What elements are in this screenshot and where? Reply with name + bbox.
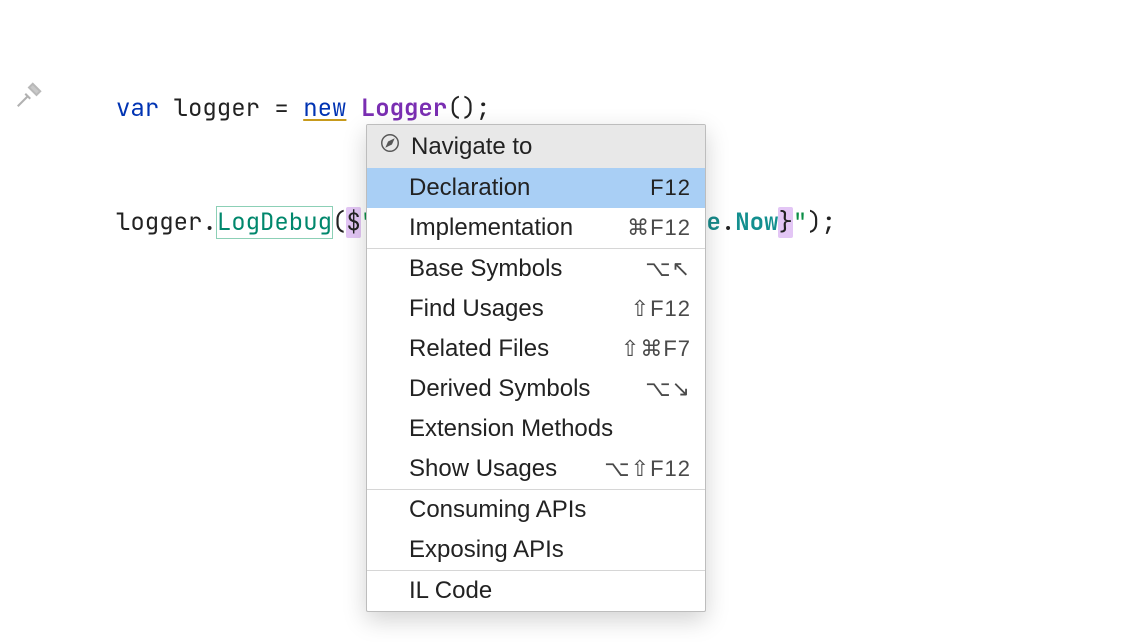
- menu-item[interactable]: Extension Methods: [367, 409, 705, 449]
- menu-title: Navigate to: [411, 133, 532, 161]
- menu-item-label: Find Usages: [409, 295, 544, 323]
- menu-group: Base Symbols ⌥↖ Find Usages ⇧F12 Related Fil…: [367, 248, 705, 489]
- member-now: Now: [735, 207, 778, 238]
- keyword-var: var: [116, 93, 159, 124]
- menu-item-shortcut: F12: [650, 175, 691, 201]
- menu-group: IL Code: [367, 570, 705, 611]
- menu-item-label: Derived Symbols: [409, 375, 590, 403]
- menu-item-shortcut: ⇧F12: [631, 296, 691, 322]
- type-logger: Logger: [361, 93, 447, 124]
- interp-dollar: $: [346, 207, 360, 238]
- menu-item[interactable]: Show Usages ⌥⇧F12: [367, 449, 705, 489]
- menu-item[interactable]: Declaration F12: [367, 168, 705, 208]
- menu-group: Declaration F12 Implementation ⌘F12: [367, 168, 705, 248]
- menu-item-label: Implementation: [409, 214, 573, 242]
- menu-item[interactable]: Base Symbols ⌥↖: [367, 249, 705, 289]
- menu-group: Consuming APIs Exposing APIs: [367, 489, 705, 570]
- menu-item-label: IL Code: [409, 577, 492, 605]
- menu-header: Navigate to: [367, 125, 705, 168]
- menu-item-label: Declaration: [409, 174, 530, 202]
- menu-item[interactable]: Find Usages ⇧F12: [367, 289, 705, 329]
- menu-item[interactable]: IL Code: [367, 571, 705, 611]
- menu-item[interactable]: Exposing APIs: [367, 530, 705, 570]
- compass-icon: [379, 132, 401, 161]
- hammer-icon[interactable]: [14, 80, 44, 110]
- menu-item-label: Base Symbols: [409, 255, 562, 283]
- method-logdebug[interactable]: LogDebug: [217, 207, 332, 238]
- menu-item-label: Consuming APIs: [409, 496, 586, 524]
- menu-item-label: Related Files: [409, 335, 549, 363]
- menu-item-shortcut: ⌥↖: [645, 256, 691, 282]
- menu-item-shortcut: ⌥↘: [645, 376, 691, 402]
- menu-item[interactable]: Related Files ⇧⌘F7: [367, 329, 705, 369]
- menu-item[interactable]: Derived Symbols ⌥↘: [367, 369, 705, 409]
- menu-item[interactable]: Implementation ⌘F12: [367, 208, 705, 248]
- code-line-1: var logger = new Logger();: [116, 90, 836, 128]
- navigate-to-menu: Navigate to Declaration F12 Implementation…: [366, 124, 706, 612]
- menu-item-label: Show Usages: [409, 455, 557, 483]
- menu-item-shortcut: ⌥⇧F12: [604, 456, 691, 482]
- menu-item-label: Exposing APIs: [409, 536, 564, 564]
- menu-item[interactable]: Consuming APIs: [367, 490, 705, 530]
- menu-item-label: Extension Methods: [409, 415, 613, 443]
- menu-item-shortcut: ⌘F12: [627, 215, 691, 241]
- menu-item-shortcut: ⇧⌘F7: [621, 336, 691, 362]
- keyword-new: new: [303, 93, 346, 124]
